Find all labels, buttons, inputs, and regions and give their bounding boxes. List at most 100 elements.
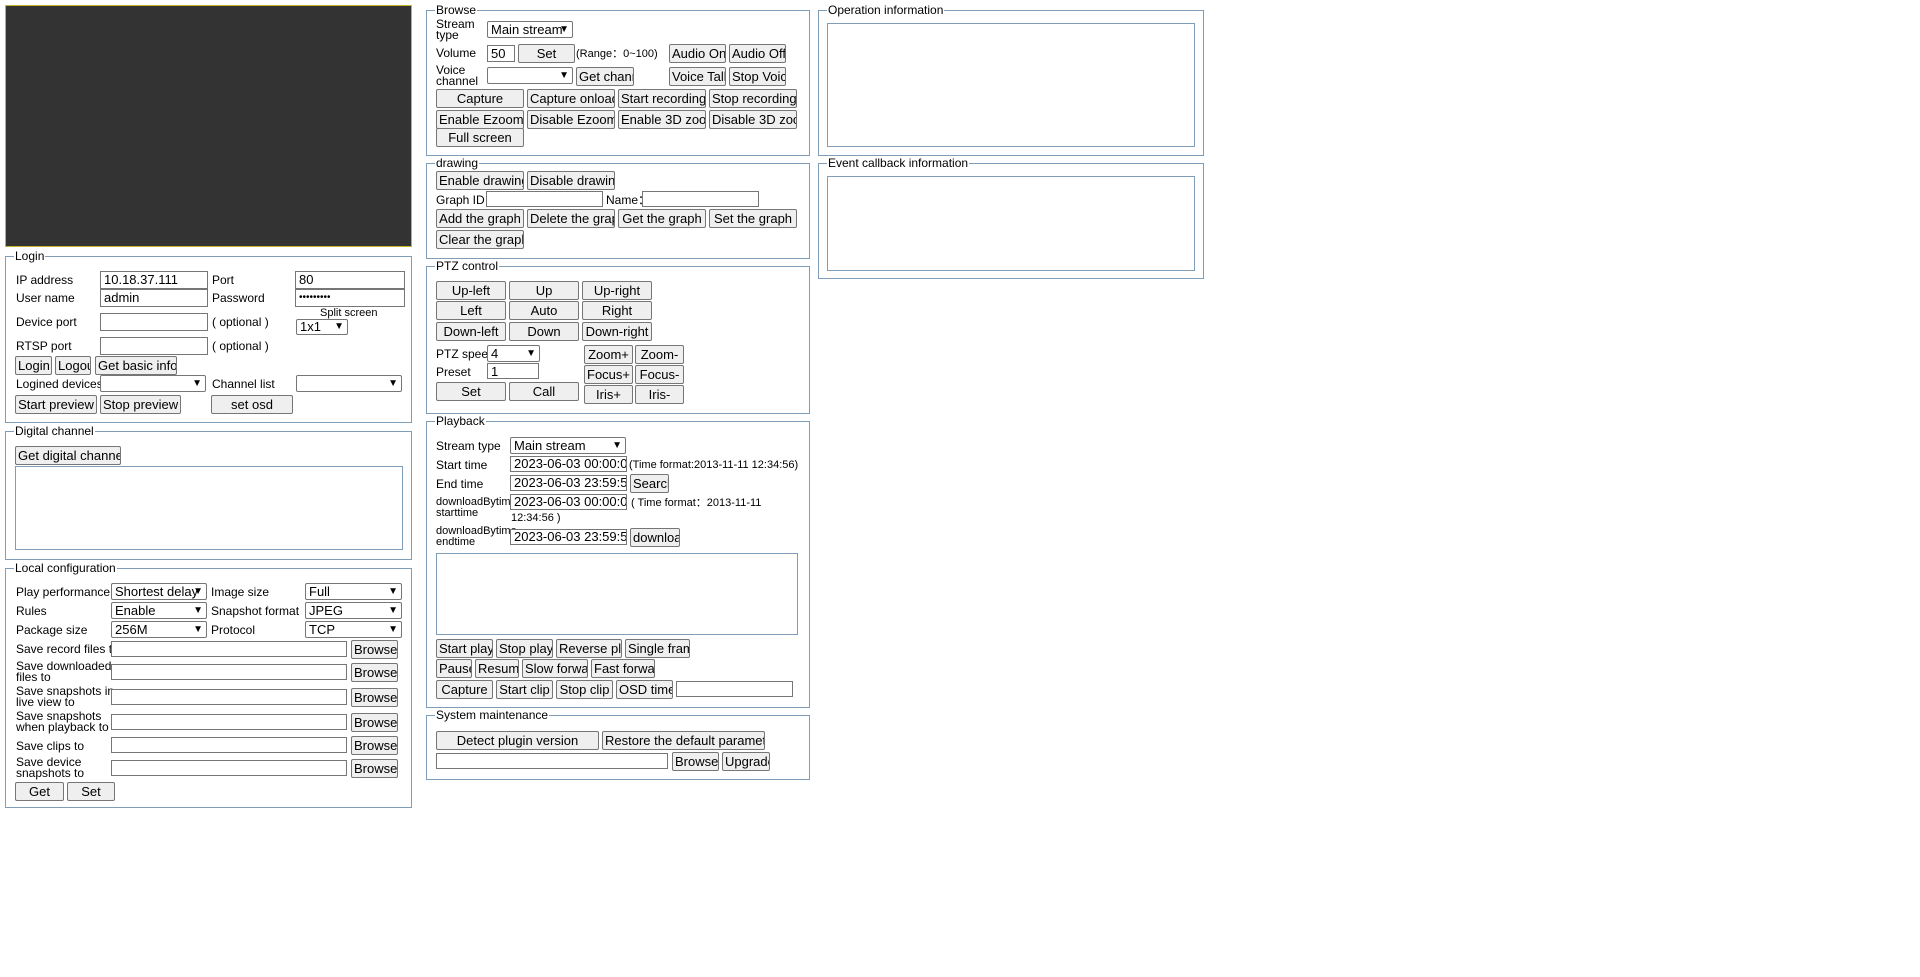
password-input[interactable]: ••••••••• (295, 289, 405, 307)
get-channel-button[interactable]: Get channe (576, 67, 634, 86)
stop-preview-button[interactable]: Stop preview (100, 395, 181, 414)
save-snapshots-live-browse-button[interactable]: Browse (351, 688, 398, 707)
save-snapshots-live-path-input[interactable] (111, 689, 347, 705)
audio-off-button[interactable]: Audio Off (729, 44, 786, 63)
add-graph-button[interactable]: Add the graph (436, 209, 524, 228)
download-end-time-input[interactable]: 2023-06-03 23:59:59 (510, 529, 627, 545)
get-graph-button[interactable]: Get the graph (618, 209, 706, 228)
playback-file-list[interactable] (436, 553, 798, 635)
operation-information-log[interactable] (827, 23, 1195, 147)
voice-channel-select[interactable]: ▼ (487, 67, 573, 84)
package-size-select[interactable]: 256M ▼ (111, 621, 207, 638)
protocol-select[interactable]: TCP ▼ (305, 621, 402, 638)
download-start-time-input[interactable]: 2023-06-03 00:00:00 (510, 494, 627, 510)
snapshot-format-select[interactable]: JPEG ▼ (305, 602, 402, 619)
search-button[interactable]: Search (630, 474, 669, 493)
resume-button[interactable]: Resume (475, 659, 519, 678)
ptz-speed-select[interactable]: 4 ▼ (487, 345, 540, 362)
get-basic-info-button[interactable]: Get basic info (95, 356, 177, 375)
video-preview-window[interactable] (5, 5, 412, 247)
start-preview-button[interactable]: Start preview (15, 395, 97, 414)
delete-graph-button[interactable]: Delete the graph (527, 209, 615, 228)
set-graph-button[interactable]: Set the graph (709, 209, 797, 228)
volume-set-button[interactable]: Set (518, 44, 575, 63)
port-input[interactable]: 80 (295, 271, 405, 289)
start-recording-button[interactable]: Start recording (618, 89, 706, 108)
audio-on-button[interactable]: Audio On (669, 44, 726, 63)
stop-clip-button[interactable]: Stop clip (556, 680, 613, 699)
playback-capture-button[interactable]: Capture (436, 680, 493, 699)
osd-time-input[interactable] (676, 681, 793, 697)
fast-forward-button[interactable]: Fast forward (591, 659, 655, 678)
start-play-button[interactable]: Start play (436, 639, 493, 658)
local-config-set-button[interactable]: Set (67, 782, 115, 801)
enable-drawing-button[interactable]: Enable drawing (436, 171, 524, 190)
save-record-browse-button[interactable]: Browse (351, 640, 398, 659)
capture-onload-button[interactable]: Capture onload (527, 89, 615, 108)
start-clip-button[interactable]: Start clip (496, 680, 553, 699)
login-button[interactable]: Login (15, 356, 52, 375)
ptz-auto-button[interactable]: Auto (509, 301, 579, 320)
single-frame-button[interactable]: Single frame (625, 639, 690, 658)
save-clips-browse-button[interactable]: Browse (351, 736, 398, 755)
osd-time-button[interactable]: OSD time (616, 680, 673, 699)
iris-close-button[interactable]: Iris- (635, 385, 684, 404)
graph-id-input[interactable] (486, 191, 603, 207)
local-config-get-button[interactable]: Get (15, 782, 64, 801)
stream-type-select[interactable]: Main stream ▼ (487, 21, 573, 38)
preset-input[interactable]: 1 (487, 363, 539, 379)
disable-drawing-button[interactable]: Disable drawing (527, 171, 615, 190)
end-time-input[interactable]: 2023-06-03 23:59:59 (510, 475, 627, 491)
ptz-down-button[interactable]: Down (509, 322, 579, 341)
set-osd-button[interactable]: set osd (211, 395, 293, 414)
pause-button[interactable]: Pause (436, 659, 472, 678)
start-time-input[interactable]: 2023-06-03 00:00:00 (510, 456, 627, 472)
save-snapshots-playback-path-input[interactable] (111, 714, 347, 730)
upgrade-browse-button[interactable]: Browse (672, 752, 719, 771)
get-digital-channel-list-button[interactable]: Get digital channel lis (15, 446, 121, 465)
ptz-up-button[interactable]: Up (509, 281, 579, 300)
focus-out-button[interactable]: Focus- (635, 365, 684, 384)
channel-list-select[interactable]: ▼ (296, 375, 402, 392)
save-snapshots-playback-browse-button[interactable]: Browse (351, 713, 398, 732)
stop-recording-button[interactable]: Stop recording (709, 89, 797, 108)
preset-call-button[interactable]: Call (509, 382, 579, 401)
logout-button[interactable]: Logout (55, 356, 91, 375)
enable-3d-zoom-button[interactable]: Enable 3D zoom (618, 110, 706, 129)
save-device-snapshots-path-input[interactable] (111, 760, 347, 776)
download-button[interactable]: download (630, 528, 680, 547)
split-screen-select[interactable]: 1x1 ▼ (296, 319, 348, 335)
reverse-play-button[interactable]: Reverse play (556, 639, 622, 658)
stop-voice-button[interactable]: Stop Voice (729, 67, 786, 86)
disable-ezoom-button[interactable]: Disable Ezoom (527, 110, 615, 129)
username-input[interactable]: admin (100, 289, 208, 307)
rtsp-port-input[interactable] (100, 337, 208, 355)
ptz-down-right-button[interactable]: Down-right (582, 322, 652, 341)
save-clips-path-input[interactable] (111, 737, 347, 753)
preset-set-button[interactable]: Set (436, 382, 506, 401)
save-downloaded-browse-button[interactable]: Browse (351, 663, 398, 682)
save-downloaded-path-input[interactable] (111, 664, 347, 680)
ptz-down-left-button[interactable]: Down-left (436, 322, 506, 341)
upgrade-button[interactable]: Upgrade (722, 752, 770, 771)
image-size-select[interactable]: Full ▼ (305, 583, 402, 600)
disable-3d-zoom-button[interactable]: Disable 3D zoom (709, 110, 797, 129)
ptz-up-right-button[interactable]: Up-right (582, 281, 652, 300)
enable-ezoom-button[interactable]: Enable Ezoom (436, 110, 524, 129)
save-record-path-input[interactable] (111, 641, 347, 657)
logined-devices-select[interactable]: ▼ (100, 375, 206, 392)
playback-stream-type-select[interactable]: Main stream ▼ (510, 437, 626, 454)
device-port-input[interactable] (100, 313, 208, 331)
clear-graph-button[interactable]: Clear the graph (436, 230, 524, 249)
rules-select[interactable]: Enable ▼ (111, 602, 207, 619)
event-callback-log[interactable] (827, 176, 1195, 271)
iris-open-button[interactable]: Iris+ (584, 385, 633, 404)
digital-channel-list[interactable] (15, 466, 403, 550)
save-device-snapshots-browse-button[interactable]: Browse (351, 759, 398, 778)
slow-forward-button[interactable]: Slow forward (522, 659, 588, 678)
play-performance-select[interactable]: Shortest delay ▼ (111, 583, 207, 600)
ptz-up-left-button[interactable]: Up-left (436, 281, 506, 300)
voice-talk-button[interactable]: Voice Talk (669, 67, 726, 86)
stop-play-button[interactable]: Stop play (496, 639, 553, 658)
volume-input[interactable]: 50 (487, 45, 515, 62)
